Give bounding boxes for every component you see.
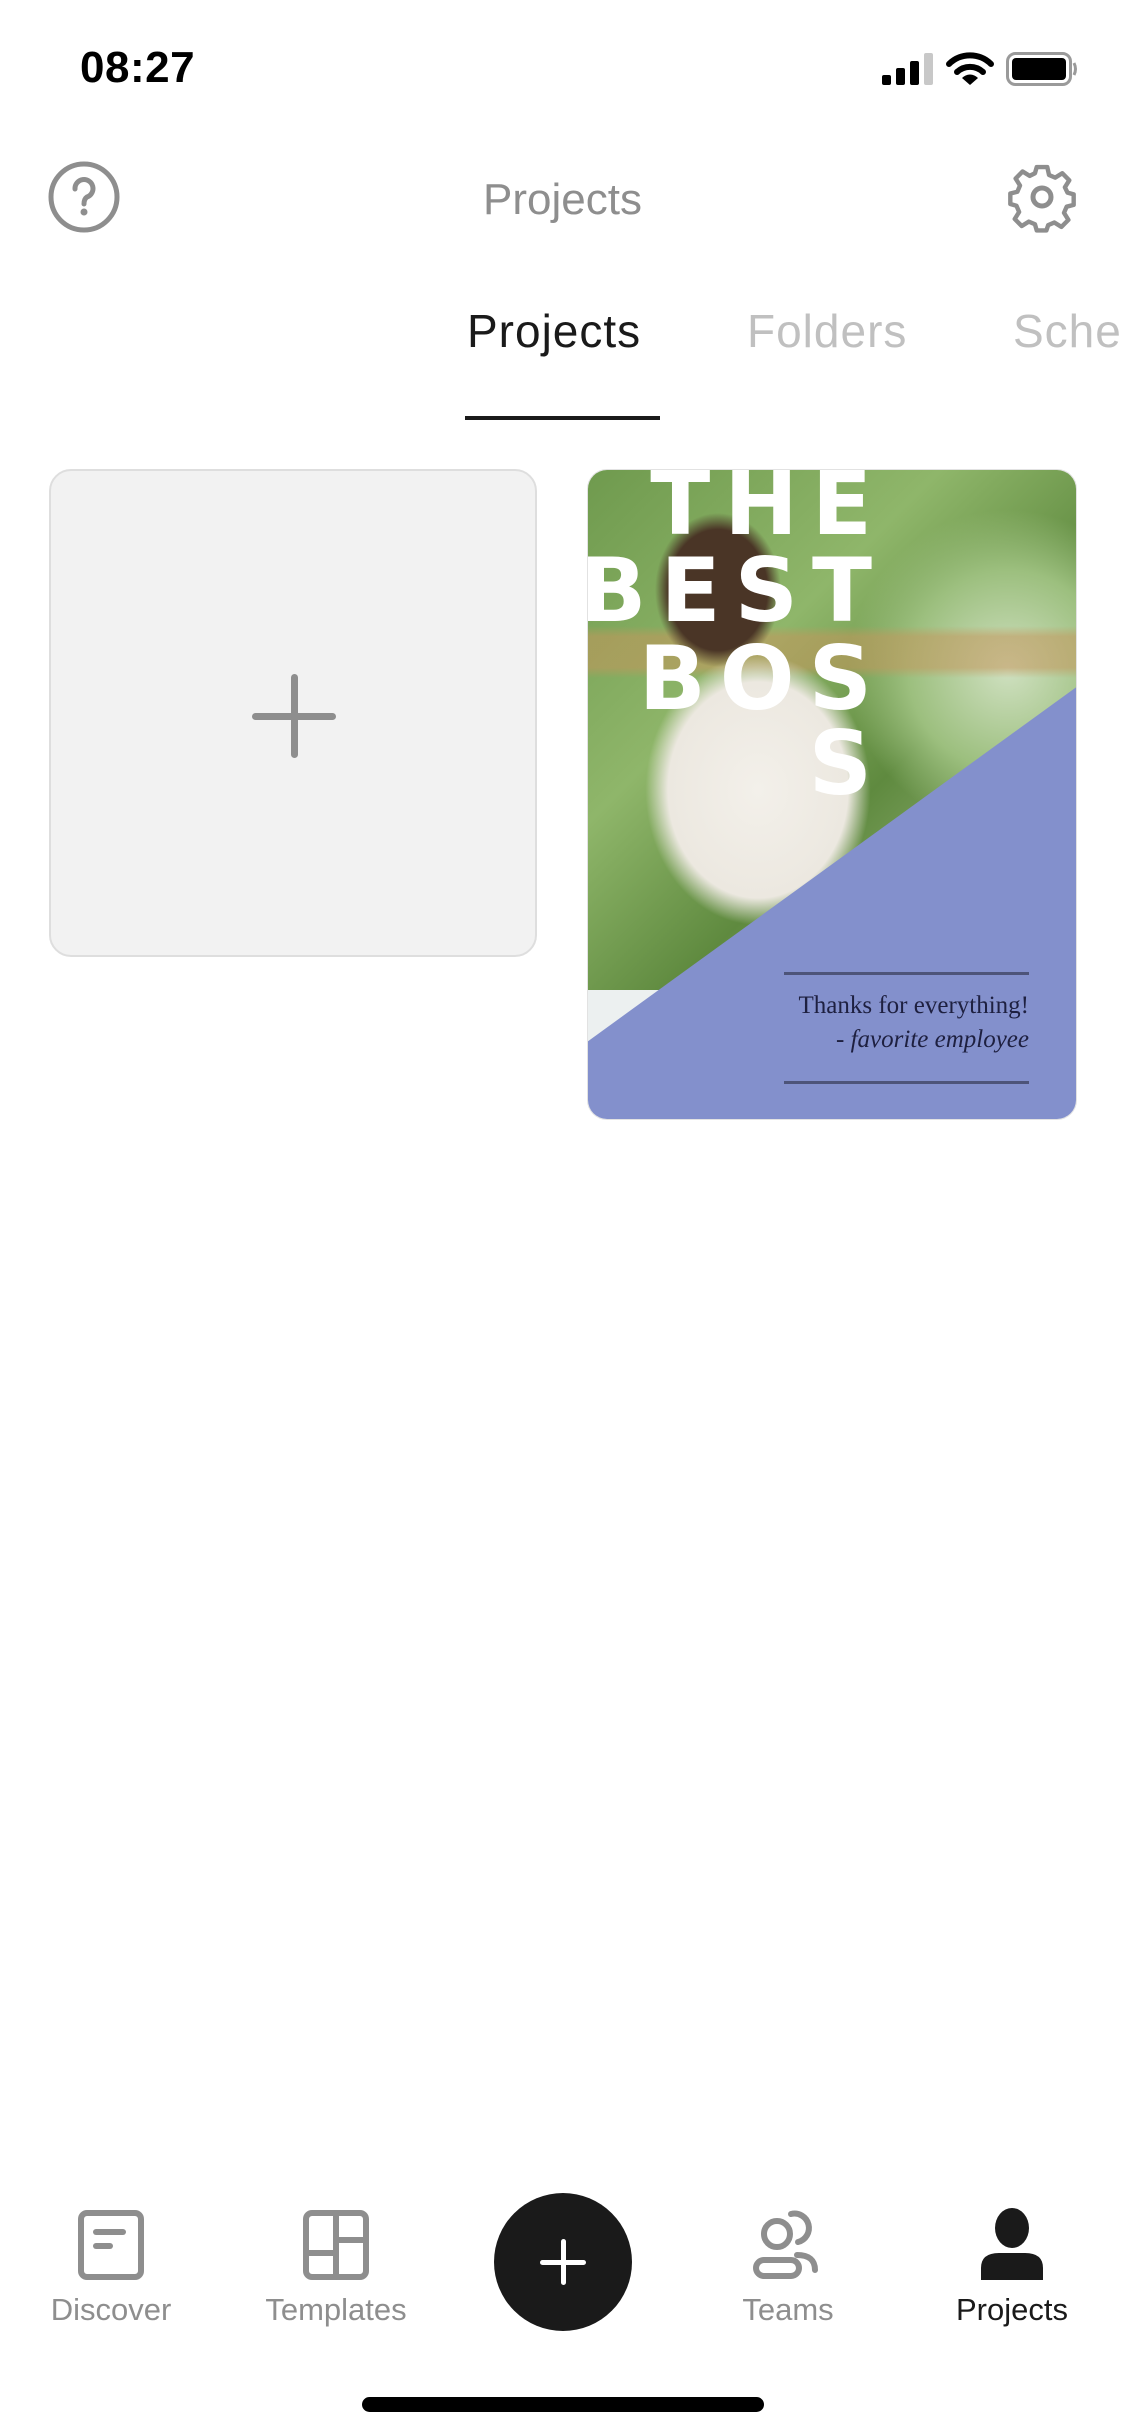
- nav-label: Teams: [742, 2292, 834, 2327]
- nav-label: Projects: [956, 2292, 1068, 2327]
- nav-teams[interactable]: Teams: [698, 2200, 878, 2335]
- create-button[interactable]: [494, 2193, 632, 2331]
- project-card[interactable]: THE BEST BOS S Thanks for everything! - …: [587, 469, 1077, 1120]
- discover-icon: [78, 2210, 144, 2280]
- home-indicator: [362, 2397, 764, 2412]
- divider-line: [784, 1081, 1029, 1084]
- new-project-card[interactable]: [49, 469, 537, 957]
- headline-line: BEST: [587, 539, 886, 642]
- signal-bar: [924, 53, 933, 85]
- tab-folders[interactable]: Folders: [747, 296, 907, 366]
- headline-line: S: [808, 712, 886, 815]
- signal-bar: [910, 61, 919, 85]
- settings-button[interactable]: [1002, 157, 1082, 237]
- templates-icon: [303, 2210, 369, 2280]
- divider-line: [784, 972, 1029, 975]
- signal-icon: [882, 53, 933, 85]
- card-message: Thanks for everything!: [798, 992, 1029, 1019]
- nav-label: Templates: [265, 2292, 407, 2327]
- status-time: 08:27: [80, 43, 196, 92]
- wifi-icon: [946, 52, 994, 85]
- nav-label: Discover: [50, 2292, 172, 2327]
- signal-bar: [896, 68, 905, 85]
- signal-bar: [882, 75, 891, 85]
- page-title: Projects: [483, 175, 642, 224]
- headline-line: BOS: [638, 627, 886, 730]
- person-icon: [981, 2208, 1043, 2280]
- teams-icon: [753, 2210, 818, 2279]
- tab-schedule[interactable]: Sche: [1013, 296, 1122, 366]
- tab-projects[interactable]: Projects: [467, 296, 641, 366]
- battery-fill: [1012, 58, 1066, 80]
- gear-icon: [1008, 164, 1076, 233]
- nav-projects[interactable]: Projects: [922, 2200, 1102, 2335]
- headline-line: THE: [650, 469, 886, 555]
- active-tab-indicator: [465, 416, 660, 420]
- nav-templates[interactable]: Templates: [246, 2200, 426, 2335]
- card-signature: - favorite employee: [836, 1026, 1029, 1053]
- battery-icon: [1006, 52, 1077, 86]
- nav-discover[interactable]: Discover: [21, 2200, 201, 2335]
